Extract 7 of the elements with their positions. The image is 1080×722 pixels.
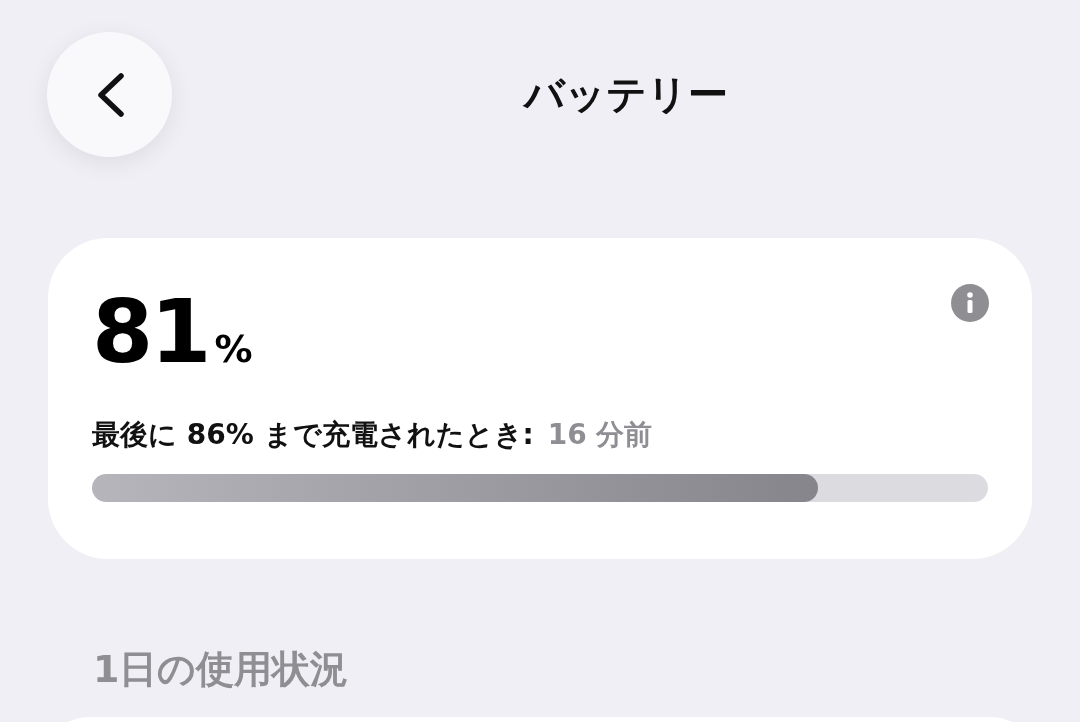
info-icon[interactable] (951, 284, 989, 322)
section-heading: 1日の使用状況 (93, 646, 350, 693)
percent-unit: % (214, 327, 253, 371)
last-charge-label: 最後に 86% まで充電されたとき: (92, 417, 534, 453)
page-title: バッテリー (521, 70, 729, 119)
last-charge-time: 16 分前 (547, 417, 653, 453)
battery-percent: 81 (92, 288, 209, 376)
